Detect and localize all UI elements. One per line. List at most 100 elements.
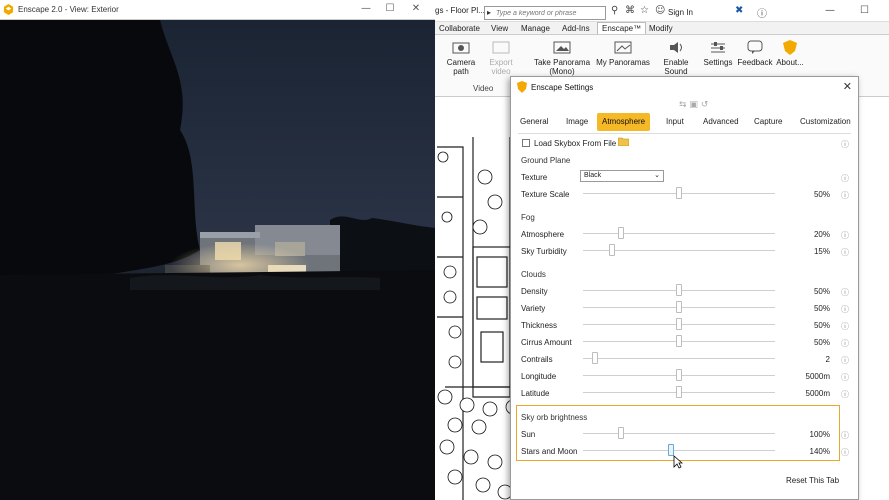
density-slider[interactable] (583, 284, 775, 296)
save-preset-icon[interactable]: ▣ (689, 100, 698, 110)
help-icon[interactable]: ⓘ (841, 287, 849, 298)
sky-turbidity-value: 15% (813, 247, 830, 256)
cirrus-amount-slider[interactable] (583, 335, 775, 347)
mouse-cursor-icon (673, 455, 683, 469)
contrails-slider[interactable] (583, 352, 775, 364)
star-icon[interactable]: ☆ (640, 5, 649, 16)
latitude-slider[interactable] (583, 386, 775, 398)
my-panoramas-button[interactable]: My Panoramas (595, 40, 651, 67)
fog-heading: Fog (521, 213, 535, 222)
atmosphere-label: Atmosphere (521, 230, 565, 239)
latitude-value: 5000m (805, 389, 830, 398)
ground-plane-heading: Ground Plane (521, 156, 571, 165)
help-icon[interactable]: ⓘ (841, 230, 849, 241)
thickness-slider[interactable] (583, 318, 775, 330)
tab-manage[interactable]: Manage (517, 23, 554, 34)
sky-turbidity-slider[interactable] (583, 244, 775, 256)
render-viewport[interactable] (0, 20, 435, 500)
minimize-button[interactable]: — (355, 3, 377, 14)
sky-turbidity-label: Sky Turbidity (521, 247, 567, 256)
tab-image[interactable]: Image (566, 117, 588, 126)
sign-in-link[interactable]: Sign In (668, 8, 693, 17)
help-icon[interactable]: ⓘ (841, 304, 849, 315)
load-skybox-checkbox[interactable] (522, 139, 530, 147)
slider-thumb[interactable] (676, 284, 682, 296)
about-button[interactable]: About... (775, 40, 805, 67)
stars-and-moon-slider[interactable] (583, 444, 775, 456)
slider-thumb[interactable] (676, 187, 682, 199)
slider-thumb[interactable] (618, 227, 625, 239)
longitude-slider[interactable] (583, 369, 775, 381)
tab-add-ins[interactable]: Add-Ins (558, 23, 594, 34)
slider-thumb[interactable] (676, 301, 682, 313)
tab-customization[interactable]: Customization (800, 117, 851, 126)
search-box[interactable]: ▸ (484, 6, 606, 20)
exchange-apps-icon[interactable]: ✖ (735, 5, 743, 16)
texture-scale-slider[interactable] (583, 187, 775, 199)
tab-general[interactable]: General (520, 117, 548, 126)
tab-enscape[interactable]: Enscape™ (597, 22, 647, 34)
settings-button[interactable]: Settings (701, 40, 735, 67)
tab-atmosphere[interactable]: Atmosphere (597, 113, 651, 131)
texture-dropdown[interactable]: Black ⌄ (580, 170, 664, 182)
tab-collaborate[interactable]: Collaborate (435, 23, 484, 34)
search-expand-icon[interactable]: ▸ (487, 8, 491, 17)
help-icon[interactable]: ⓘ (841, 321, 849, 332)
load-skybox-label: Load Skybox From File (534, 139, 617, 148)
help-icon[interactable]: ⓘ (841, 430, 849, 441)
sun-slider[interactable] (583, 427, 775, 439)
binoculars-icon[interactable]: ⚲ (611, 5, 618, 16)
texture-label: Texture (521, 173, 548, 182)
help-icon[interactable]: ⓘ (841, 139, 849, 150)
tab-modify[interactable]: Modify (645, 23, 677, 34)
camera-path-icon (452, 42, 470, 54)
camera-path-button[interactable]: Camera path (443, 40, 479, 76)
help-icon[interactable]: ⓘ (841, 389, 849, 400)
slider-thumb[interactable] (676, 386, 682, 398)
density-value: 50% (813, 287, 830, 296)
tab-view[interactable]: View (487, 23, 512, 34)
tab-divider (518, 133, 851, 134)
help-icon[interactable]: ⓘ (841, 338, 849, 349)
slider-thumb[interactable] (676, 335, 682, 347)
slider-thumb[interactable] (591, 352, 598, 364)
slider-thumb[interactable] (618, 427, 625, 439)
dialog-titlebar: Enscape Settings ✕ (511, 77, 858, 97)
help-icon[interactable]: ⓘ (841, 447, 849, 458)
revit-restore-button[interactable]: ☐ (860, 5, 869, 16)
variety-slider[interactable] (583, 301, 775, 313)
reset-tab-button[interactable]: Reset This Tab (786, 476, 839, 485)
tab-capture[interactable]: Capture (754, 117, 782, 126)
slider-thumb[interactable] (676, 369, 682, 381)
atmosphere-slider[interactable] (583, 227, 775, 239)
communication-icon[interactable]: ⌘ (625, 5, 635, 16)
chevron-down-icon: ⌄ (654, 171, 660, 179)
search-input[interactable] (496, 8, 602, 19)
tab-advanced[interactable]: Advanced (703, 117, 739, 126)
close-button[interactable]: ✕ (405, 3, 427, 14)
atmosphere-value: 20% (813, 230, 830, 239)
folder-icon[interactable] (618, 137, 629, 146)
export-video-button[interactable]: Export video (479, 40, 523, 76)
help-icon[interactable]: ⓘ (841, 372, 849, 383)
user-icon[interactable]: ☺ (655, 5, 665, 16)
reset-preset-icon[interactable]: ↺ (701, 100, 709, 110)
help-icon[interactable]: ⓘ (757, 5, 767, 20)
tab-input[interactable]: Input (666, 117, 684, 126)
slider-thumb[interactable] (676, 318, 682, 330)
revit-titlebar: gs - Floor Pl... ▸ ⚲ ⌘ ☆ ☺ Sign In ✖ ⓘ —… (435, 0, 889, 22)
help-icon[interactable]: ⓘ (841, 247, 849, 258)
load-preset-icon[interactable]: ⇆ (679, 100, 687, 110)
variety-value: 50% (813, 304, 830, 313)
take-panorama-button[interactable]: Take Panorama (Mono) (533, 40, 591, 76)
help-icon[interactable]: ⓘ (841, 173, 849, 184)
feedback-button[interactable]: Feedback (737, 40, 773, 67)
maximize-button[interactable]: ☐ (379, 3, 401, 14)
slider-thumb[interactable] (608, 244, 615, 256)
enable-sound-button[interactable]: Enable Sound (659, 40, 693, 76)
help-icon[interactable]: ⓘ (841, 355, 849, 366)
revit-minimize-button[interactable]: — (825, 5, 835, 16)
enscape-settings-dialog: Enscape Settings ✕ ⇆ ▣ ↺ General Image A… (510, 76, 859, 500)
help-icon[interactable]: ⓘ (841, 190, 849, 201)
dialog-close-button[interactable]: ✕ (843, 80, 852, 93)
